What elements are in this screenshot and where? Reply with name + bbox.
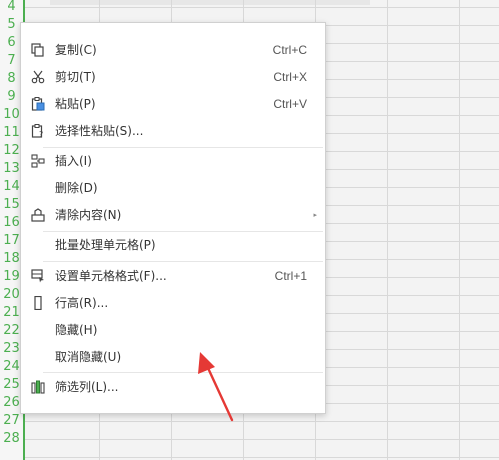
menu-item-shortcut: Ctrl+V — [273, 97, 307, 111]
row-header[interactable]: 27 — [0, 412, 23, 430]
menu-item-format-cells[interactable]: 设置单元格格式(F)... Ctrl+1 — [21, 263, 325, 289]
eraser-icon — [30, 207, 46, 223]
menu-item-copy[interactable]: 复制(C) Ctrl+C — [21, 37, 325, 63]
menu-item-label: 粘贴(P) — [55, 97, 96, 111]
filter-columns-icon — [30, 379, 46, 395]
grid-row-line — [25, 439, 499, 440]
menu-item-shortcut: Ctrl+C — [272, 43, 307, 57]
menu-item-unhide[interactable]: 取消隐藏(U) — [21, 344, 325, 370]
menu-item-batch-process[interactable]: 批量处理单元格(P) — [21, 232, 325, 258]
menu-item-paste-special[interactable]: ? 选择性粘贴(S)... — [21, 118, 325, 144]
grid-row-line — [25, 457, 499, 458]
menu-item-hide[interactable]: 隐藏(H) — [21, 317, 325, 343]
menu-item-label: 行高(R)... — [55, 296, 109, 310]
format-cells-icon — [30, 268, 46, 284]
menu-item-label: 清除内容(N) — [55, 208, 122, 222]
scissors-icon — [30, 69, 46, 85]
submenu-arrow-icon: ▸ — [313, 211, 317, 219]
menu-item-clear-contents[interactable]: 清除内容(N) ▸ — [21, 202, 325, 228]
menu-item-paste[interactable]: 粘贴(P) Ctrl+V — [21, 91, 325, 117]
menu-item-cut[interactable]: 剪切(T) Ctrl+X — [21, 64, 325, 90]
menu-separator — [43, 261, 323, 262]
menu-item-label: 取消隐藏(U) — [55, 350, 122, 364]
menu-item-label: 复制(C) — [55, 43, 97, 57]
row-height-icon — [30, 295, 46, 311]
grid-column-line — [459, 0, 460, 460]
menu-item-filter-columns[interactable]: 筛选列(L)... — [21, 374, 325, 400]
insert-cells-icon — [30, 153, 46, 169]
row-header[interactable]: 28 — [0, 430, 23, 448]
menu-item-shortcut: Ctrl+X — [273, 70, 307, 84]
menu-item-label: 剪切(T) — [55, 70, 96, 84]
menu-item-label: 隐藏(H) — [55, 323, 98, 337]
row-header[interactable]: 4 — [0, 0, 23, 16]
menu-item-insert[interactable]: 插入(I) — [21, 148, 325, 174]
grid-row-line — [25, 7, 499, 8]
menu-item-shortcut: Ctrl+1 — [274, 269, 307, 283]
grid-column-line — [387, 0, 388, 460]
grid-row-line — [25, 421, 499, 422]
menu-item-label: 筛选列(L)... — [55, 380, 119, 394]
menu-item-label: 批量处理单元格(P) — [55, 238, 156, 252]
menu-item-delete[interactable]: 删除(D) — [21, 175, 325, 201]
svg-text:?: ? — [39, 130, 43, 138]
menu-item-row-height[interactable]: 行高(R)... — [21, 290, 325, 316]
menu-item-label: 插入(I) — [55, 154, 92, 168]
menu-separator — [43, 372, 323, 373]
header-bar — [50, 0, 370, 5]
copy-icon — [30, 42, 46, 58]
menu-item-label: 删除(D) — [55, 181, 98, 195]
paste-icon — [30, 96, 46, 112]
menu-item-label: 设置单元格格式(F)... — [55, 269, 167, 283]
menu-item-label: 选择性粘贴(S)... — [55, 124, 144, 138]
context-menu: 复制(C) Ctrl+C 剪切(T) Ctrl+X 粘贴(P) Ctrl+V ?… — [20, 22, 326, 414]
paste-special-icon: ? — [30, 123, 46, 139]
